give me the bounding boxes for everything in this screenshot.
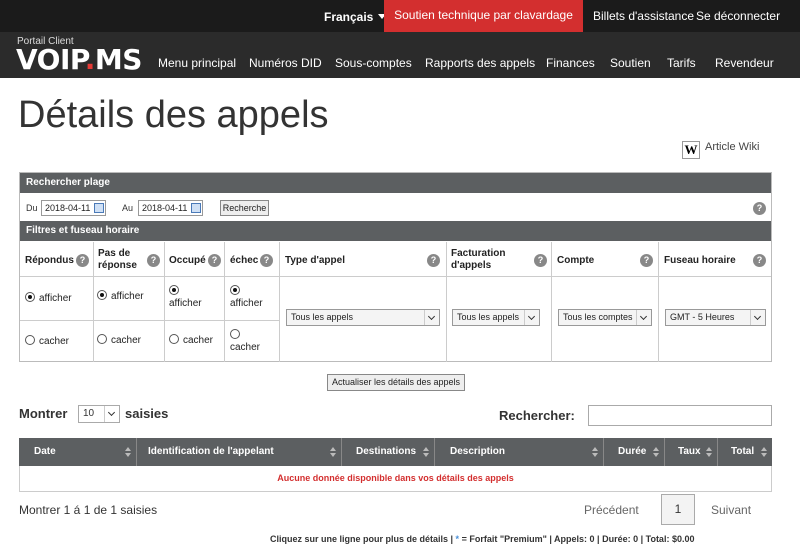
calendar-icon[interactable]	[191, 203, 201, 213]
top-bar: Français Soutien technique par clavardag…	[0, 0, 800, 32]
column-total[interactable]: Total	[718, 438, 772, 466]
help-icon[interactable]: ?	[753, 202, 766, 215]
nav-main-menu[interactable]: Menu principal	[158, 56, 236, 70]
failed-header: échec	[230, 255, 259, 266]
calltype-header: Type d'appel	[285, 255, 345, 266]
show-label: Montrer	[19, 406, 68, 421]
to-date-input[interactable]: 2018-04-11	[138, 200, 203, 216]
column-duration[interactable]: Durée	[604, 438, 665, 466]
help-icon[interactable]: ?	[534, 254, 547, 267]
page-1-button[interactable]: 1	[661, 494, 695, 525]
nav-rates[interactable]: Tarifs	[667, 56, 696, 70]
column-destinations[interactable]: Destinations	[342, 438, 435, 466]
calendar-icon[interactable]	[94, 203, 104, 213]
help-icon[interactable]: ?	[640, 254, 653, 267]
page-length-select[interactable]: 10	[78, 405, 120, 423]
help-icon[interactable]: ?	[427, 254, 440, 267]
update-call-details-button[interactable]: Actualiser les détails des appels	[327, 374, 465, 391]
search-button[interactable]: Recherche	[220, 200, 269, 216]
chevron-down-icon	[424, 310, 439, 325]
language-selector[interactable]: Français	[324, 10, 387, 24]
search-label: Rechercher:	[499, 408, 575, 423]
busy-header: Occupé	[169, 255, 206, 266]
busy-hide-radio[interactable]: cacher	[169, 334, 213, 347]
answered-header: Répondus	[25, 255, 74, 266]
range-header: Rechercher plage	[20, 173, 771, 193]
nav-sub-accounts[interactable]: Sous-comptes	[335, 56, 412, 70]
help-icon[interactable]: ?	[753, 254, 766, 267]
from-label: Du	[26, 203, 38, 213]
chevron-down-icon	[750, 310, 765, 325]
help-icon[interactable]: ?	[208, 254, 221, 267]
table-info: Montrer 1 á 1 de 1 saisies	[19, 503, 158, 517]
filter-panel: Rechercher plage Du 2018-04-11 Au 2018-0…	[19, 172, 772, 362]
voipms-logo[interactable]: VOIP.MS	[16, 46, 142, 74]
help-icon[interactable]: ?	[260, 254, 273, 267]
failed-hide-radio[interactable]: cacher	[230, 329, 275, 354]
table-header: Date Identification de l'appelant Destin…	[19, 438, 772, 466]
wiki-article-link[interactable]: W Article Wiki	[682, 141, 759, 159]
nav-finances[interactable]: Finances	[546, 56, 595, 70]
previous-page-button[interactable]: Précédent	[584, 503, 639, 517]
live-chat-button[interactable]: Soutien technique par clavardage	[384, 0, 583, 32]
billing-header: Facturation d'appels	[451, 248, 506, 271]
from-date-input[interactable]: 2018-04-11	[41, 200, 106, 216]
nav-call-reports[interactable]: Rapports des appels	[425, 56, 535, 70]
logout-link[interactable]: Se déconnecter	[696, 9, 780, 23]
chevron-down-icon	[524, 310, 539, 325]
nav-did-numbers[interactable]: Numéros DID	[249, 56, 322, 70]
chevron-down-icon	[636, 310, 651, 325]
answered-show-radio[interactable]: afficher	[25, 292, 72, 305]
filters-header: Filtres et fuseau horaire	[20, 221, 771, 241]
main-nav: Portail Client VOIP.MS Menu principal Nu…	[0, 32, 800, 78]
failed-show-radio[interactable]: afficher	[230, 285, 275, 310]
empty-table-message: Aucune donnée disponible dans vos détail…	[277, 473, 514, 483]
column-description[interactable]: Description	[435, 438, 604, 466]
summary-footer: Cliquez sur une ligne pour plus de détai…	[270, 534, 695, 544]
chevron-down-icon	[104, 406, 119, 422]
noanswer-hide-radio[interactable]: cacher	[97, 334, 141, 347]
noanswer-show-radio[interactable]: afficher	[97, 290, 144, 303]
nav-support[interactable]: Soutien	[610, 56, 651, 70]
calltype-select[interactable]: Tous les appels	[286, 309, 440, 326]
page-title: Détails des appels	[18, 94, 329, 136]
account-header: Compte	[557, 255, 595, 266]
support-tickets-link[interactable]: Billets d'assistance	[593, 9, 694, 23]
nav-reseller[interactable]: Revendeur	[715, 56, 774, 70]
account-select[interactable]: Tous les comptes	[558, 309, 652, 326]
busy-show-radio[interactable]: afficher	[169, 285, 219, 310]
billing-select[interactable]: Tous les appels	[452, 309, 540, 326]
column-caller-id[interactable]: Identification de l'appelant	[137, 438, 342, 466]
column-rate[interactable]: Taux	[665, 438, 718, 466]
to-label: Au	[122, 203, 134, 213]
table-body: Aucune donnée disponible dans vos détail…	[19, 466, 772, 492]
answered-hide-radio[interactable]: cacher	[25, 335, 69, 348]
column-date[interactable]: Date	[19, 438, 137, 466]
help-icon[interactable]: ?	[76, 254, 89, 267]
search-input[interactable]	[588, 405, 772, 426]
noanswer-header: Pas de réponse	[98, 248, 137, 271]
help-icon[interactable]: ?	[147, 254, 160, 267]
next-page-button[interactable]: Suivant	[711, 503, 751, 517]
entries-label: saisies	[125, 406, 169, 421]
timezone-header: Fuseau horaire	[664, 255, 736, 266]
timezone-select[interactable]: GMT - 5 Heures	[665, 309, 766, 326]
wikipedia-icon: W	[682, 141, 700, 159]
